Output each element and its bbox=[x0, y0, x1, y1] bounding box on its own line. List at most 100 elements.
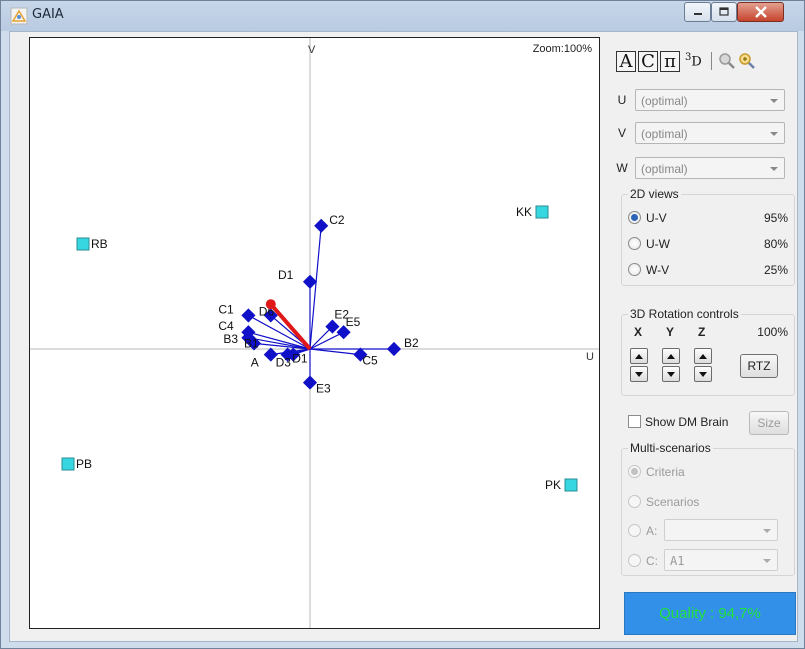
scenario-c-radio[interactable] bbox=[628, 554, 641, 567]
scenario-c-label: C: bbox=[646, 554, 658, 568]
decision-stick-marker[interactable] bbox=[265, 299, 276, 310]
criterion-label: B3 bbox=[223, 332, 238, 346]
app-icon bbox=[10, 7, 28, 25]
mode-3d-button[interactable]: 3D bbox=[682, 52, 705, 69]
mode-criteria-button[interactable]: C bbox=[638, 50, 658, 72]
view-wv-percent: 25% bbox=[763, 263, 788, 277]
axis-v-select-label: V bbox=[617, 126, 626, 140]
quality-text: Quality : 94,7% bbox=[659, 605, 761, 622]
window-title: GAIA bbox=[32, 7, 64, 22]
axis-v-label: V bbox=[308, 44, 316, 56]
magnifier-icon[interactable] bbox=[718, 52, 736, 70]
show-dm-brain-checkbox[interactable] bbox=[628, 415, 641, 428]
mode-toolbar: A C π 3D bbox=[616, 49, 756, 73]
criterion-label: E3 bbox=[316, 382, 331, 396]
view-uw-percent: 80% bbox=[763, 237, 788, 251]
axis-w-select[interactable]: (optimal) bbox=[635, 157, 785, 179]
rotate-y-down-button[interactable] bbox=[662, 366, 680, 382]
axis-u-select-label: U bbox=[617, 93, 627, 107]
gaia-plot-canvas[interactable]: C2D1C1 D6C4E2E5B2B3 B1A D3 D1 C5E3RBKKPBPK bbox=[30, 38, 599, 628]
axis-w-row: W (optimal) bbox=[613, 157, 799, 181]
axis-u-select[interactable]: (optimal) bbox=[635, 89, 785, 111]
criterion-label: E5 bbox=[346, 315, 361, 329]
minimize-button[interactable] bbox=[684, 2, 711, 22]
axis-w-select-value: (optimal) bbox=[641, 162, 688, 176]
rotate-z-up-button[interactable] bbox=[694, 348, 712, 364]
scenario-criteria-radio[interactable] bbox=[628, 465, 641, 478]
gaia-window: GAIA C2 D1 C1 D6 C4 E2 E5 B2 B3 B1 A D3 D1 C5 E3 RB KK PB… bbox=[0, 0, 805, 649]
criterion-label: D3 bbox=[276, 356, 292, 370]
maximize-button[interactable] bbox=[711, 2, 737, 22]
dm-brain-size-button[interactable]: Size bbox=[749, 411, 789, 435]
alternative-label: KK bbox=[516, 205, 532, 219]
criterion-label: B2 bbox=[404, 336, 419, 350]
alternative-marker[interactable] bbox=[61, 457, 75, 471]
view-uw-option[interactable]: U-W 80% bbox=[628, 235, 788, 253]
rotate-x-down-button[interactable] bbox=[630, 366, 648, 382]
criterion-marker[interactable] bbox=[302, 375, 318, 390]
quality-indicator: Quality : 94,7% bbox=[624, 592, 796, 635]
scenario-a-label: A: bbox=[646, 524, 658, 538]
scenario-scenarios-option[interactable]: Scenarios bbox=[628, 493, 788, 511]
scenario-a-radio[interactable] bbox=[628, 524, 641, 537]
rotate-z-down-button[interactable] bbox=[694, 366, 712, 382]
axis-u-row: U (optimal) bbox=[613, 89, 799, 113]
chevron-down-icon bbox=[770, 167, 778, 171]
chevron-down-icon bbox=[763, 559, 771, 563]
control-panel: A C π 3D U (optimal) V (optimal) W (opti… bbox=[613, 49, 799, 641]
chevron-down-icon bbox=[763, 529, 771, 533]
rtz-button[interactable]: RTZ bbox=[740, 354, 778, 378]
close-button[interactable] bbox=[737, 2, 784, 22]
alternative-label: PK bbox=[545, 478, 561, 492]
criterion-label: D1 bbox=[278, 268, 294, 282]
alternative-marker[interactable] bbox=[564, 478, 578, 492]
rotate-x-up-button[interactable] bbox=[630, 348, 648, 364]
rotation-z-label: Z bbox=[698, 325, 706, 339]
axis-u-select-value: (optimal) bbox=[641, 94, 688, 108]
title-bar[interactable]: GAIA bbox=[1, 1, 805, 31]
scenario-c-select[interactable]: A1 bbox=[664, 549, 778, 571]
rotation-group: 3D Rotation controls X Y Z 100% RTZ bbox=[621, 307, 795, 396]
axis-v-select[interactable]: (optimal) bbox=[635, 122, 785, 144]
mode-3d-label: D bbox=[691, 54, 702, 70]
alternative-marker[interactable] bbox=[535, 205, 549, 219]
views-2d-title: 2D views bbox=[628, 187, 681, 201]
axis-v-row: V (optimal) bbox=[613, 122, 799, 146]
show-dm-brain-label: Show DM Brain bbox=[645, 415, 729, 429]
view-uw-radio[interactable] bbox=[628, 237, 641, 250]
multi-scenarios-group: Multi-scenarios Criteria Scenarios A: C: bbox=[621, 441, 795, 576]
axis-u-label: U bbox=[586, 351, 594, 363]
alternative-label: RB bbox=[91, 237, 108, 251]
criterion-label: A bbox=[251, 356, 259, 370]
scenario-a-select[interactable] bbox=[664, 519, 778, 541]
criterion-marker[interactable] bbox=[314, 218, 329, 233]
scenario-scenarios-radio[interactable] bbox=[628, 495, 641, 508]
toolbar-separator bbox=[710, 52, 712, 70]
gaia-plane[interactable]: C2 D1 C1 D6 C4 E2 E5 B2 B3 B1 A D3 D1 C5 E3 RB KK PB PK Zo… bbox=[29, 37, 600, 629]
rotate-y-up-button[interactable] bbox=[662, 348, 680, 364]
criterion-axis-line bbox=[309, 225, 322, 350]
criterion-marker[interactable] bbox=[302, 274, 318, 289]
rotation-y-label: Y bbox=[666, 325, 675, 339]
mode-pi-button[interactable]: π bbox=[660, 50, 680, 72]
views-2d-group: 2D views U-V 95% U-W 80% W-V 25% bbox=[621, 187, 795, 286]
criterion-label: C1 bbox=[218, 302, 234, 316]
view-wv-option[interactable]: W-V 25% bbox=[628, 261, 788, 279]
scenario-criteria-option[interactable]: Criteria bbox=[628, 463, 788, 481]
scenario-c-value: A1 bbox=[670, 554, 685, 568]
view-wv-radio[interactable] bbox=[628, 263, 641, 276]
scenario-criteria-label: Criteria bbox=[646, 465, 685, 479]
view-uv-radio[interactable] bbox=[628, 211, 641, 224]
criterion-axis-line bbox=[309, 331, 344, 350]
decision-stick-line bbox=[269, 302, 312, 351]
criterion-label: D1 bbox=[292, 352, 308, 366]
alternative-marker[interactable] bbox=[76, 237, 90, 251]
magnifier-plus-icon[interactable] bbox=[738, 52, 756, 70]
view-uv-option[interactable]: U-V 95% bbox=[628, 209, 788, 227]
view-uw-label: U-W bbox=[646, 237, 670, 251]
view-uv-label: U-V bbox=[646, 211, 667, 225]
criterion-marker[interactable] bbox=[386, 341, 402, 357]
mode-alternatives-button[interactable]: A bbox=[616, 50, 636, 72]
axis-v-select-value: (optimal) bbox=[641, 127, 688, 141]
criterion-marker[interactable] bbox=[241, 308, 256, 323]
